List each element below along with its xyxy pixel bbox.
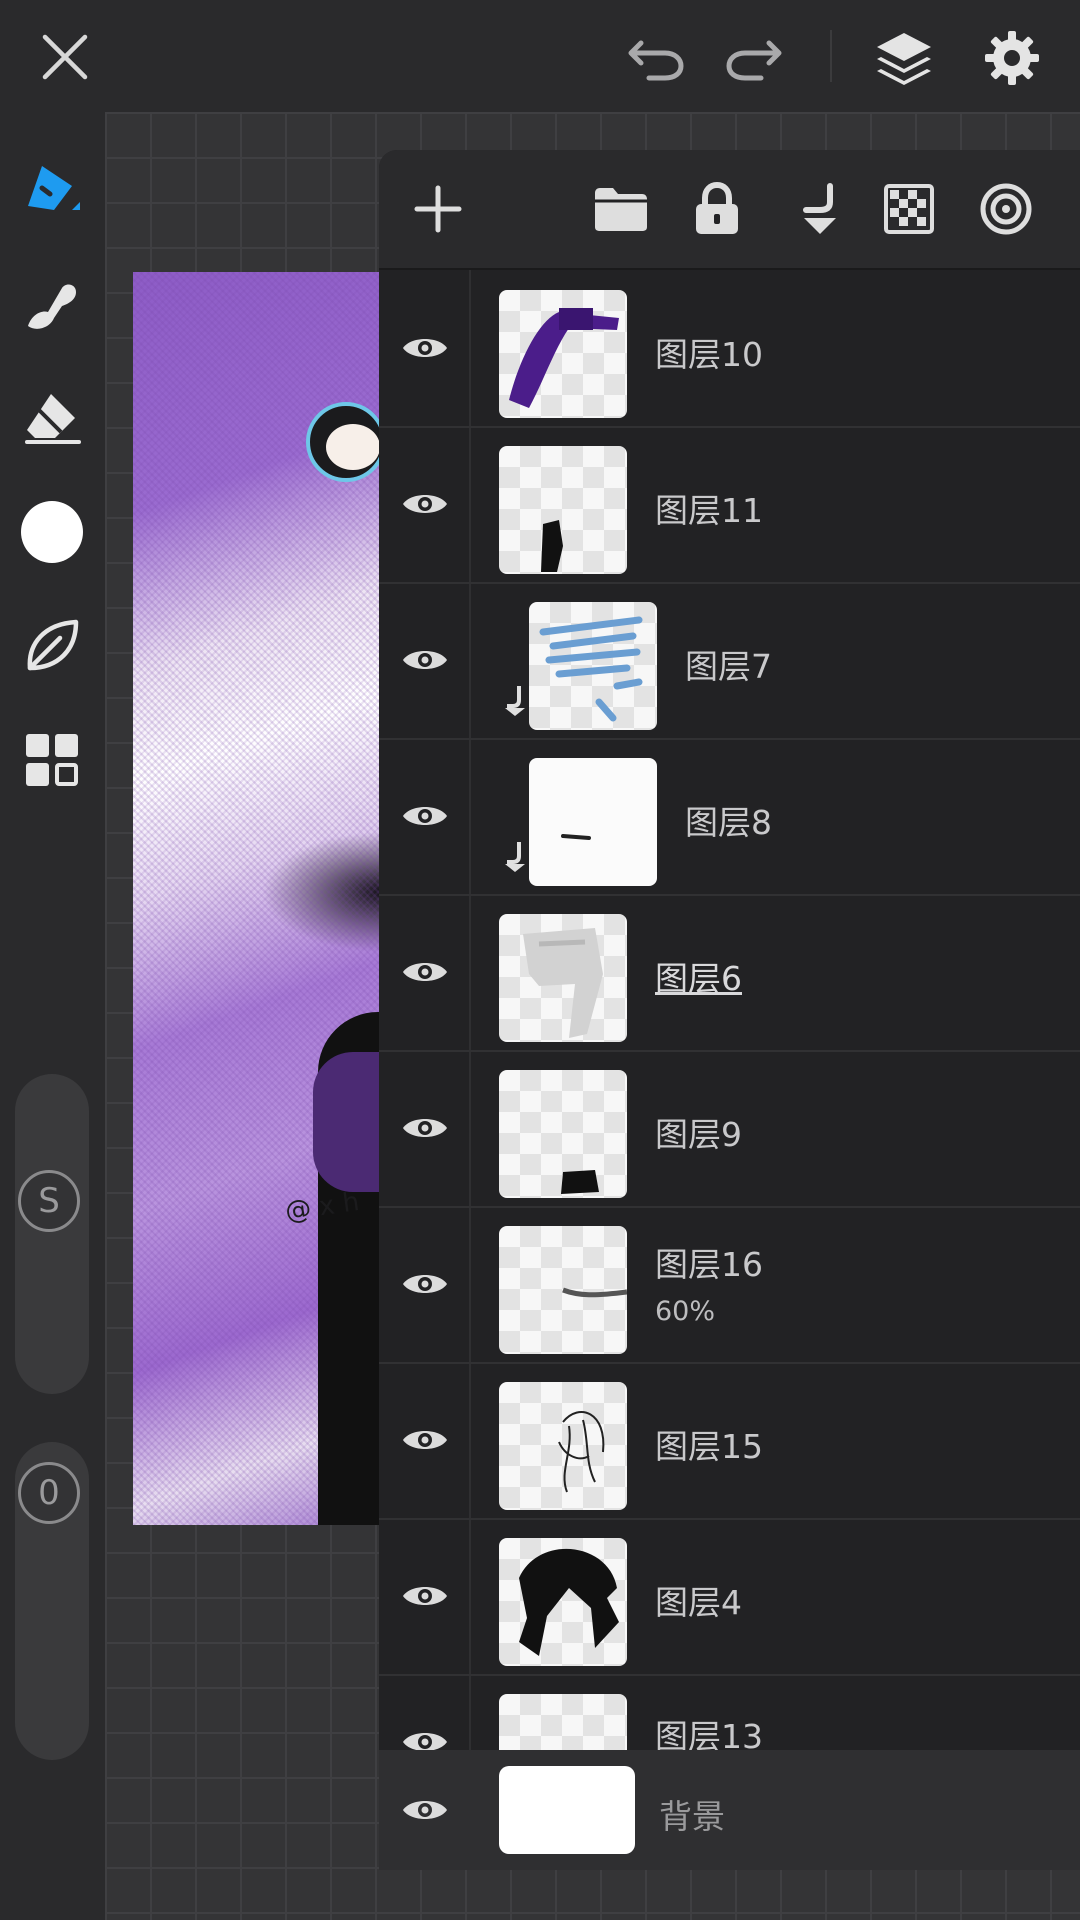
eye-icon[interactable] xyxy=(397,944,453,1000)
layer-name: 图层8 xyxy=(685,803,772,842)
add-layer-icon[interactable] xyxy=(408,179,468,239)
eye-icon[interactable] xyxy=(397,1100,453,1156)
background-thumbnail xyxy=(499,1766,635,1854)
merge-down-icon[interactable] xyxy=(783,179,843,239)
character-face xyxy=(326,424,380,470)
eye-icon[interactable] xyxy=(397,1782,453,1838)
toolbar-divider xyxy=(830,30,832,82)
smudge-icon[interactable] xyxy=(14,266,90,342)
leaf-icon[interactable] xyxy=(14,608,90,684)
blend-icon[interactable] xyxy=(976,179,1036,239)
background-layer-row[interactable]: 背景 xyxy=(379,1750,1080,1870)
eye-icon[interactable] xyxy=(397,1568,453,1624)
eye-icon[interactable] xyxy=(397,632,453,688)
layer-name: 图层16 xyxy=(655,1245,763,1284)
background-layer-name: 背景 xyxy=(659,1797,725,1836)
layer-row[interactable]: 图层15 xyxy=(379,1362,1080,1520)
layer-thumbnail xyxy=(499,290,627,418)
gear-icon[interactable] xyxy=(974,20,1050,96)
layer-name: 图层15 xyxy=(655,1427,763,1466)
eye-icon[interactable] xyxy=(397,1412,453,1468)
layer-thumbnail xyxy=(499,1538,627,1666)
layer-row[interactable]: 图层11 xyxy=(379,426,1080,584)
layer-row[interactable]: 图层13 xyxy=(379,1674,1080,1750)
layer-name: 图层7 xyxy=(685,647,772,686)
clipping-arrow-icon xyxy=(495,682,525,722)
layer-name: 图层11 xyxy=(655,491,763,530)
layers-panel: 图层10 图层11 图层7 图层8 图层6 图层9 图层16 60% 图层15 … xyxy=(379,150,1080,1870)
eye-icon[interactable] xyxy=(397,476,453,532)
eye-icon[interactable] xyxy=(397,1714,453,1750)
layer-thumbnail xyxy=(499,1226,627,1354)
layer-name: 图层6 xyxy=(655,959,742,998)
undo-icon[interactable] xyxy=(622,22,692,92)
folder-icon[interactable] xyxy=(591,179,651,239)
size-slider-knob[interactable]: S xyxy=(18,1170,80,1232)
clipping-arrow-icon xyxy=(495,838,525,878)
opacity-slider[interactable]: 0 xyxy=(15,1442,89,1760)
eye-icon[interactable] xyxy=(397,320,453,376)
layer-thumbnail xyxy=(499,1070,627,1198)
top-bar xyxy=(0,0,1080,112)
layer-thumbnail xyxy=(499,1694,627,1750)
layer-row[interactable]: 图层4 xyxy=(379,1518,1080,1676)
grid-icon[interactable] xyxy=(14,722,90,798)
size-slider[interactable]: S xyxy=(15,1074,89,1394)
layer-name: 图层9 xyxy=(655,1115,742,1154)
layer-row[interactable]: 图层16 60% xyxy=(379,1206,1080,1364)
layer-row[interactable]: 图层10 xyxy=(379,270,1080,428)
color-icon[interactable] xyxy=(14,494,90,570)
character-scarf xyxy=(313,1052,383,1192)
layer-thumbnail xyxy=(499,446,627,574)
layer-row[interactable]: 图层7 xyxy=(379,582,1080,740)
close-icon[interactable] xyxy=(30,22,100,92)
lock-icon[interactable] xyxy=(687,179,747,239)
eraser-icon[interactable] xyxy=(14,380,90,456)
layer-name: 图层10 xyxy=(655,335,763,374)
layer-name: 图层13 xyxy=(655,1717,763,1750)
layer-name: 图层4 xyxy=(655,1583,742,1622)
opacity-slider-knob[interactable]: 0 xyxy=(18,1462,80,1524)
redo-icon[interactable] xyxy=(718,22,788,92)
artwork-canvas[interactable]: @ x h xyxy=(133,272,383,1525)
size-slider-label: S xyxy=(38,1181,60,1221)
layer-row[interactable]: 图层9 xyxy=(379,1050,1080,1208)
layer-thumbnail xyxy=(499,914,627,1042)
transparency-icon[interactable] xyxy=(879,179,939,239)
pen-icon[interactable] xyxy=(14,152,90,228)
layers-icon[interactable] xyxy=(866,20,942,96)
layer-row[interactable]: 图层8 xyxy=(379,738,1080,896)
layer-thumbnail xyxy=(529,602,657,730)
layer-row[interactable]: 图层6 xyxy=(379,894,1080,1052)
layer-list[interactable]: 图层10 图层11 图层7 图层8 图层6 图层9 图层16 60% 图层15 … xyxy=(379,270,1080,1750)
opacity-slider-label: 0 xyxy=(38,1473,60,1513)
layer-thumbnail xyxy=(499,1382,627,1510)
eye-icon[interactable] xyxy=(397,1256,453,1312)
layer-opacity: 60% xyxy=(655,1296,716,1327)
layer-thumbnail xyxy=(529,758,657,886)
left-toolbar: S 0 xyxy=(0,112,105,1920)
eye-icon[interactable] xyxy=(397,788,453,844)
layers-panel-toolbar xyxy=(379,150,1080,270)
